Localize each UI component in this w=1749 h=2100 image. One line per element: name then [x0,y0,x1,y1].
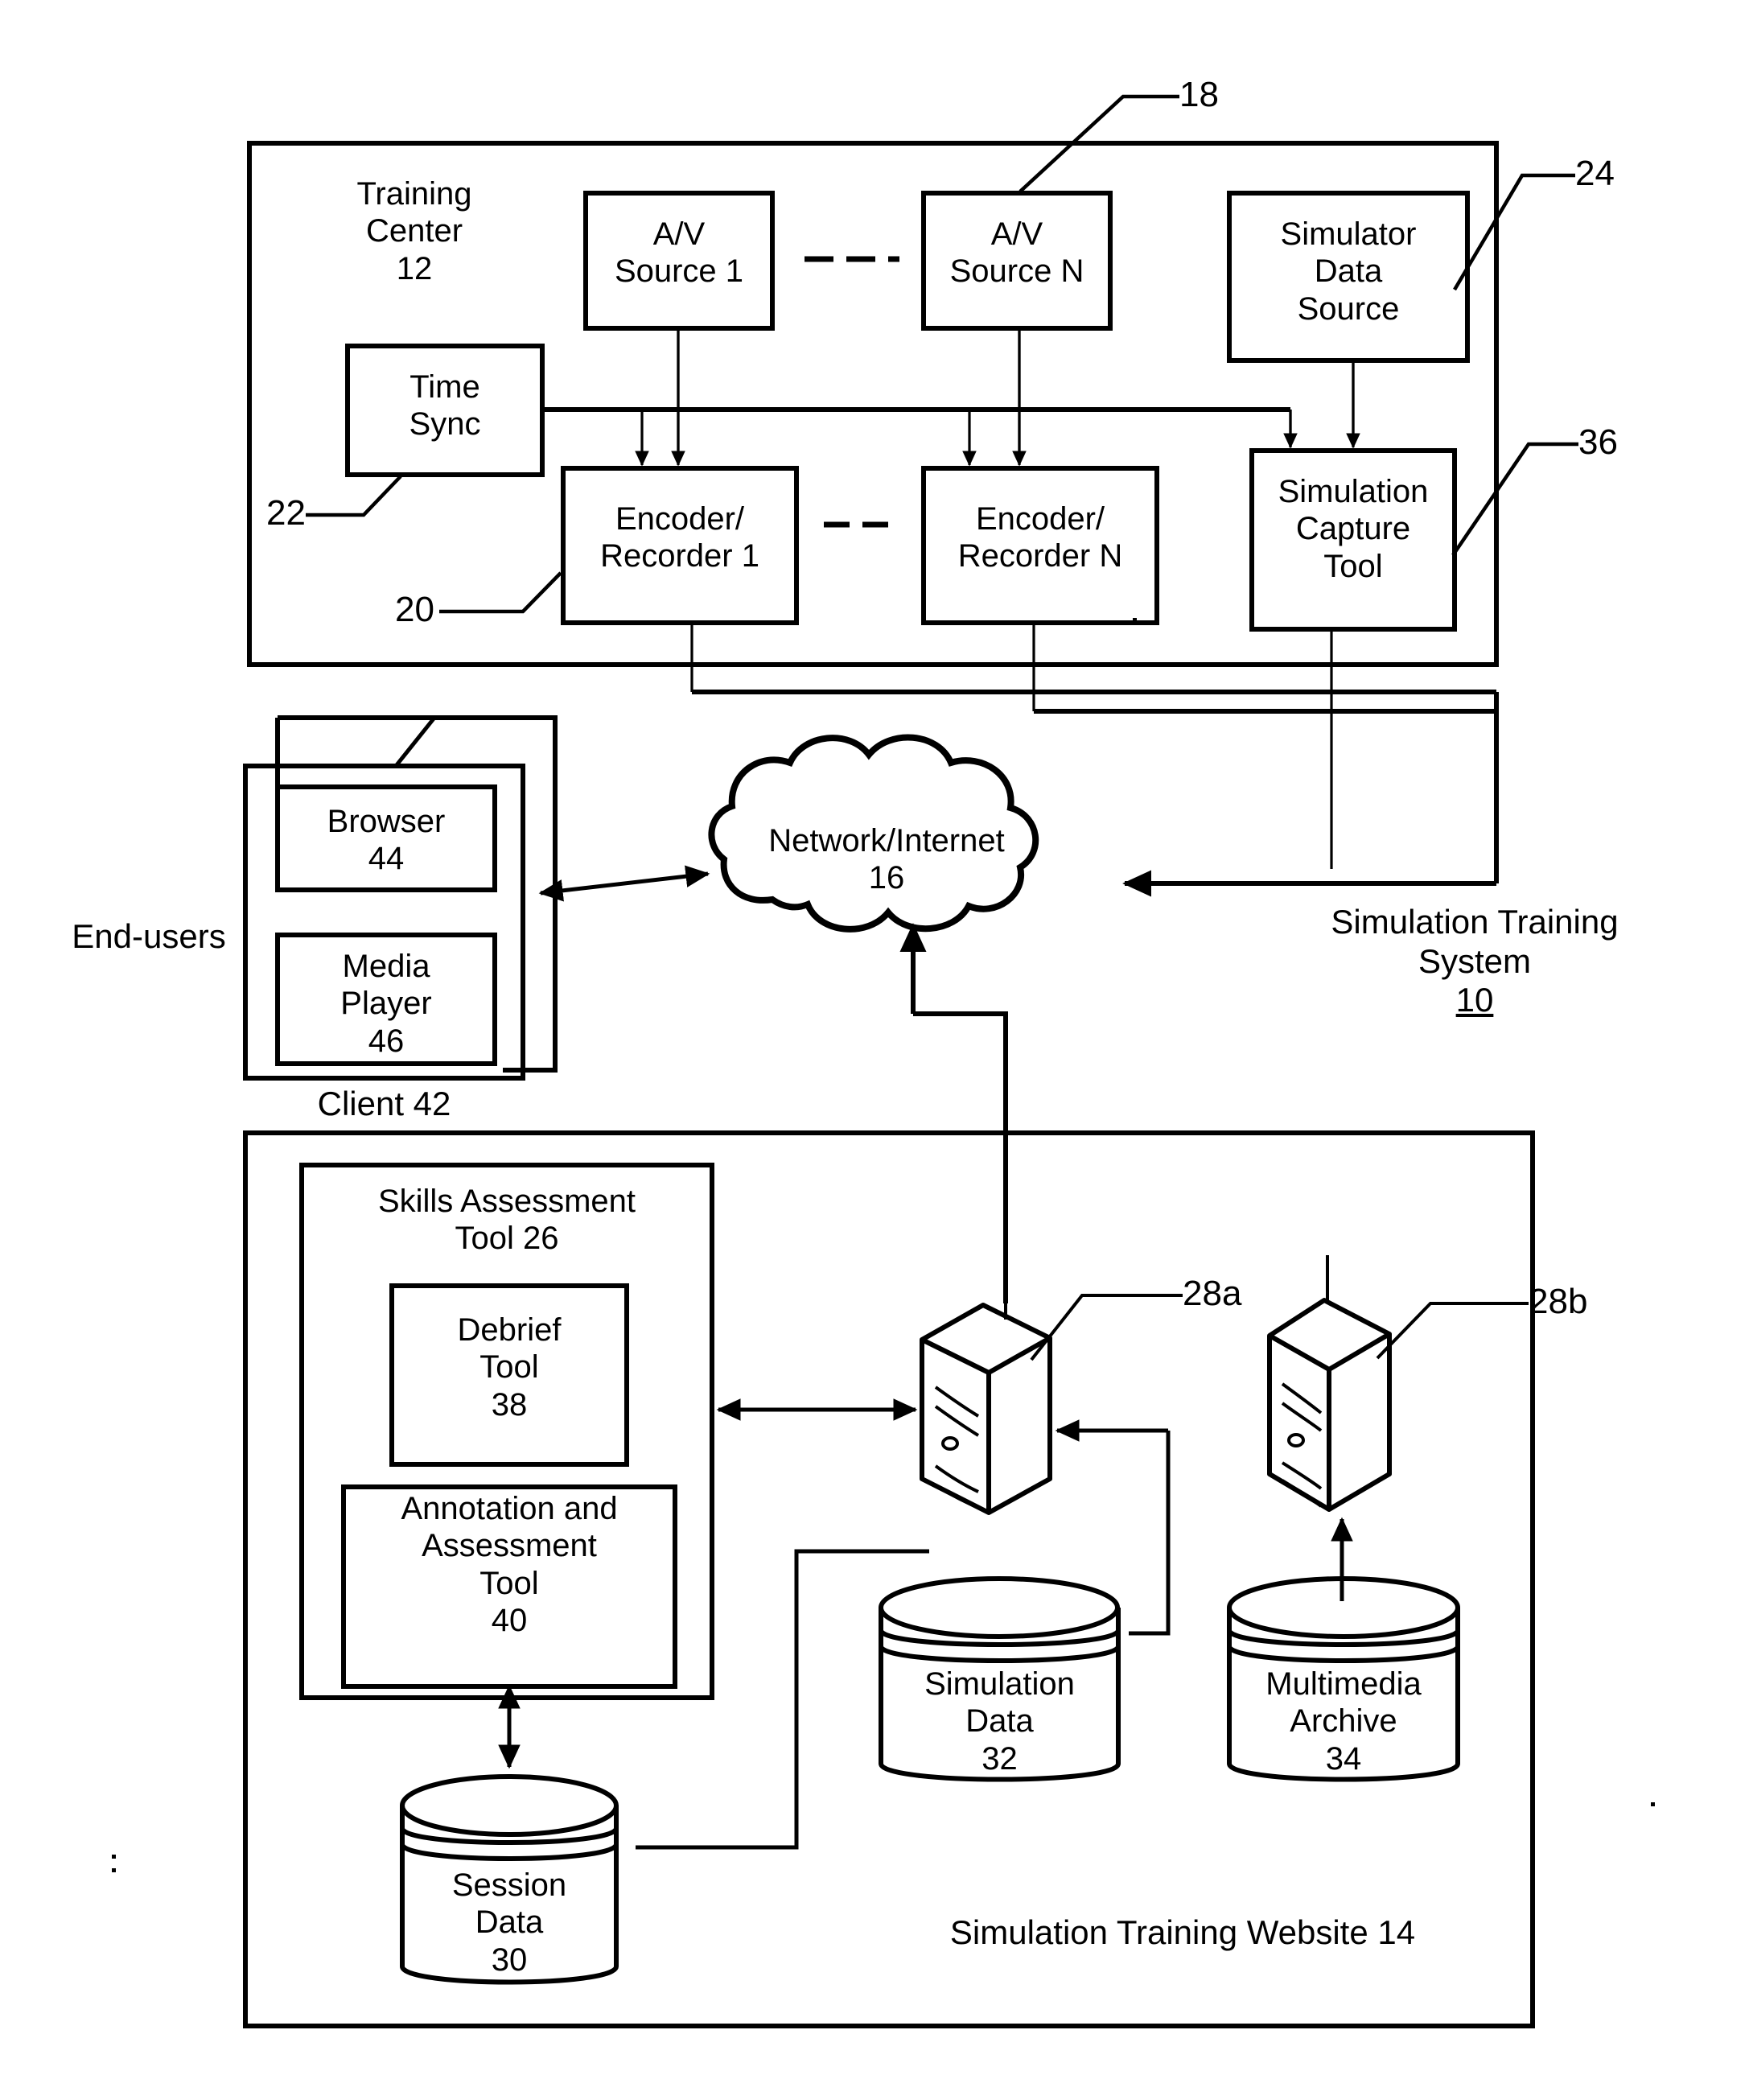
ref-28b: 28b [1529,1282,1588,1321]
client-label: Client 42 [317,1085,451,1122]
media-player-label: Media Player 46 [340,949,432,1059]
ref-24: 24 [1575,154,1615,193]
simulation-data-label: Simulation Data 32 [924,1666,1075,1777]
session-data-label: Session Data 30 [451,1867,567,1978]
av-source-n-label: A/V Source N [949,216,1084,290]
ref-28a: 28a [1183,1274,1242,1313]
system-label: Simulation Training System 10 [1331,903,1619,1019]
patent-figure: Training Center 12 A/V Source 1 A/V Sour… [0,0,1749,2100]
ref-36: 36 [1578,422,1618,462]
simulator-data-source-label: Simulator Data Source [1280,216,1417,327]
annotation-assessment-tool-label: Annotation and Assessment Tool 40 [401,1491,618,1639]
av-source-1-label: A/V Source 1 [614,216,744,290]
diagram-linework [112,94,1655,2028]
skills-assessment-tool-label: Skills Assessment Tool 26 [377,1184,636,1257]
training-center-title: Training Center 12 [356,176,472,286]
debrief-tool-label: Debrief Tool 38 [457,1312,562,1423]
ref-18: 18 [1179,75,1219,114]
time-sync-label: Time Sync [409,369,481,443]
end-users-label: End-users [72,917,226,955]
simulation-capture-tool-label: Simulation Capture Tool [1278,474,1429,584]
multimedia-archive-label: Multimedia Archive 34 [1265,1666,1422,1777]
network-internet-label: Network/Internet 16 [768,823,1005,896]
browser-label: Browser 44 [327,804,446,877]
encoder-recorder-n-label: Encoder/ Recorder N [957,501,1123,574]
ref-22: 22 [266,493,306,533]
ref-20: 20 [395,590,434,629]
encoder-recorder-1-label: Encoder/ Recorder 1 [600,501,759,574]
website-footer-label: Simulation Training Website 14 [949,1913,1416,1951]
